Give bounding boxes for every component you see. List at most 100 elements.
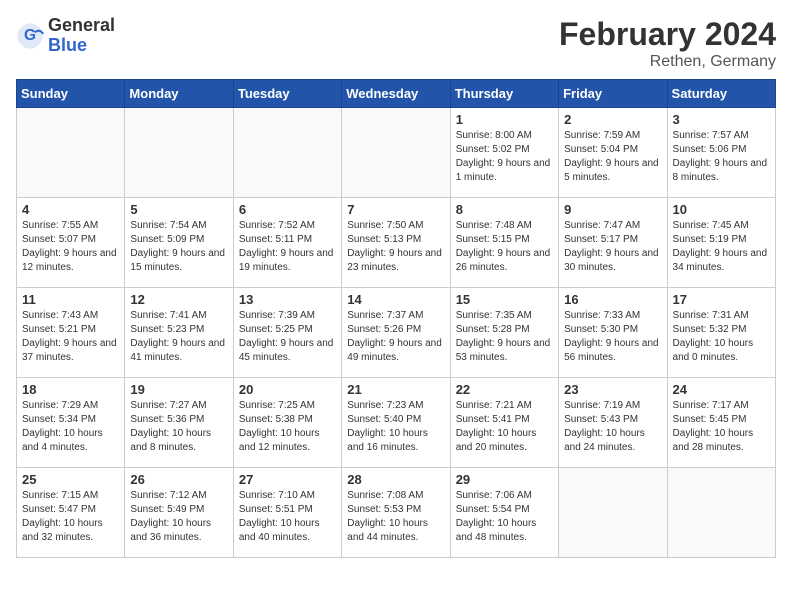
- day-number: 12: [130, 292, 227, 307]
- calendar-table: SundayMondayTuesdayWednesdayThursdayFrid…: [16, 79, 776, 558]
- day-info: Sunrise: 7:52 AM Sunset: 5:11 PM Dayligh…: [239, 219, 336, 275]
- location-label: Rethen, Germany: [559, 53, 776, 71]
- day-number: 7: [347, 202, 444, 217]
- calendar-cell: 16 Sunrise: 7:33 AM Sunset: 5:30 PM Dayli…: [559, 288, 667, 378]
- day-info: Sunrise: 7:08 AM Sunset: 5:53 PM Dayligh…: [347, 489, 444, 545]
- logo-blue: Blue: [48, 36, 115, 56]
- logo-general: General: [48, 16, 115, 36]
- day-number: 9: [564, 202, 661, 217]
- calendar-week-row: 1 Sunrise: 8:00 AM Sunset: 5:02 PM Daylig…: [17, 108, 776, 198]
- calendar-cell: 9 Sunrise: 7:47 AM Sunset: 5:17 PM Daylig…: [559, 198, 667, 288]
- title-block: February 2024 Rethen, Germany: [559, 16, 776, 71]
- calendar-cell: 27 Sunrise: 7:10 AM Sunset: 5:51 PM Dayli…: [233, 468, 341, 558]
- day-info: Sunrise: 7:48 AM Sunset: 5:15 PM Dayligh…: [456, 219, 553, 275]
- day-info: Sunrise: 7:15 AM Sunset: 5:47 PM Dayligh…: [22, 489, 119, 545]
- day-number: 25: [22, 472, 119, 487]
- calendar-cell: 7 Sunrise: 7:50 AM Sunset: 5:13 PM Daylig…: [342, 198, 450, 288]
- calendar-cell: 20Sunrise: 7:25 AM Sunset: 5:38 PM Dayli…: [233, 378, 341, 468]
- day-info: Sunrise: 7:54 AM Sunset: 5:09 PM Dayligh…: [130, 219, 227, 275]
- day-info: Sunrise: 7:10 AM Sunset: 5:51 PM Dayligh…: [239, 489, 336, 545]
- calendar-cell: [559, 468, 667, 558]
- day-number: 6: [239, 202, 336, 217]
- svg-text:G: G: [24, 27, 36, 44]
- day-info: Sunrise: 7:39 AM Sunset: 5:25 PM Dayligh…: [239, 309, 336, 365]
- day-number: 4: [22, 202, 119, 217]
- calendar-cell: 1 Sunrise: 8:00 AM Sunset: 5:02 PM Daylig…: [450, 108, 558, 198]
- day-number: 1: [456, 112, 553, 127]
- day-info: Sunrise: 7:25 AM Sunset: 5:38 PM Dayligh…: [239, 399, 336, 455]
- calendar-cell: 26 Sunrise: 7:12 AM Sunset: 5:49 PM Dayli…: [125, 468, 233, 558]
- day-info: Sunrise: 7:33 AM Sunset: 5:30 PM Dayligh…: [564, 309, 661, 365]
- day-info: Sunrise: 7:45 AM Sunset: 5:19 PM Dayligh…: [673, 219, 770, 275]
- calendar-cell: 8 Sunrise: 7:48 AM Sunset: 5:15 PM Daylig…: [450, 198, 558, 288]
- day-info: Sunrise: 7:47 AM Sunset: 5:17 PM Dayligh…: [564, 219, 661, 275]
- calendar-week-row: 25 Sunrise: 7:15 AM Sunset: 5:47 PM Dayli…: [17, 468, 776, 558]
- day-info: Sunrise: 7:17 AM Sunset: 5:45 PM Dayligh…: [673, 399, 770, 455]
- calendar-cell: 23 Sunrise: 7:19 AM Sunset: 5:43 PM Dayli…: [559, 378, 667, 468]
- calendar-cell: 28Sunrise: 7:08 AM Sunset: 5:53 PM Dayli…: [342, 468, 450, 558]
- weekday-header-tuesday: Tuesday: [233, 80, 341, 108]
- calendar-week-row: 18 Sunrise: 7:29 AM Sunset: 5:34 PM Dayli…: [17, 378, 776, 468]
- day-info: Sunrise: 7:12 AM Sunset: 5:49 PM Dayligh…: [130, 489, 227, 545]
- day-info: Sunrise: 7:37 AM Sunset: 5:26 PM Dayligh…: [347, 309, 444, 365]
- day-number: 5: [130, 202, 227, 217]
- day-number: 15: [456, 292, 553, 307]
- day-number: 29: [456, 472, 553, 487]
- day-number: 16: [564, 292, 661, 307]
- day-info: Sunrise: 7:35 AM Sunset: 5:28 PM Dayligh…: [456, 309, 553, 365]
- logo-icon: G: [16, 22, 44, 50]
- day-info: Sunrise: 7:50 AM Sunset: 5:13 PM Dayligh…: [347, 219, 444, 275]
- day-info: Sunrise: 8:00 AM Sunset: 5:02 PM Dayligh…: [456, 129, 553, 185]
- day-number: 17: [673, 292, 770, 307]
- calendar-cell: 5 Sunrise: 7:54 AM Sunset: 5:09 PM Daylig…: [125, 198, 233, 288]
- calendar-cell: 22Sunrise: 7:21 AM Sunset: 5:41 PM Dayli…: [450, 378, 558, 468]
- day-number: 18: [22, 382, 119, 397]
- weekday-header-monday: Monday: [125, 80, 233, 108]
- day-info: Sunrise: 7:43 AM Sunset: 5:21 PM Dayligh…: [22, 309, 119, 365]
- day-number: 23: [564, 382, 661, 397]
- calendar-week-row: 4 Sunrise: 7:55 AM Sunset: 5:07 PM Daylig…: [17, 198, 776, 288]
- weekday-header-sunday: Sunday: [17, 80, 125, 108]
- calendar-cell: 14 Sunrise: 7:37 AM Sunset: 5:26 PM Dayli…: [342, 288, 450, 378]
- month-year-title: February 2024: [559, 16, 776, 53]
- day-info: Sunrise: 7:55 AM Sunset: 5:07 PM Dayligh…: [22, 219, 119, 275]
- day-info: Sunrise: 7:19 AM Sunset: 5:43 PM Dayligh…: [564, 399, 661, 455]
- calendar-cell: 15 Sunrise: 7:35 AM Sunset: 5:28 PM Dayli…: [450, 288, 558, 378]
- calendar-cell: 3Sunrise: 7:57 AM Sunset: 5:06 PM Daylig…: [667, 108, 775, 198]
- day-number: 11: [22, 292, 119, 307]
- day-number: 27: [239, 472, 336, 487]
- page-header: G General Blue February 2024 Rethen, Ger…: [16, 16, 776, 71]
- weekday-header-wednesday: Wednesday: [342, 80, 450, 108]
- day-info: Sunrise: 7:23 AM Sunset: 5:40 PM Dayligh…: [347, 399, 444, 455]
- day-number: 2: [564, 112, 661, 127]
- day-number: 19: [130, 382, 227, 397]
- day-info: Sunrise: 7:41 AM Sunset: 5:23 PM Dayligh…: [130, 309, 227, 365]
- calendar-cell: 25 Sunrise: 7:15 AM Sunset: 5:47 PM Dayli…: [17, 468, 125, 558]
- day-info: Sunrise: 7:29 AM Sunset: 5:34 PM Dayligh…: [22, 399, 119, 455]
- calendar-cell: 29 Sunrise: 7:06 AM Sunset: 5:54 PM Dayli…: [450, 468, 558, 558]
- calendar-cell: 4 Sunrise: 7:55 AM Sunset: 5:07 PM Daylig…: [17, 198, 125, 288]
- day-info: Sunrise: 7:21 AM Sunset: 5:41 PM Dayligh…: [456, 399, 553, 455]
- calendar-cell: [667, 468, 775, 558]
- logo-text: General Blue: [48, 16, 115, 56]
- day-number: 14: [347, 292, 444, 307]
- calendar-cell: 21Sunrise: 7:23 AM Sunset: 5:40 PM Dayli…: [342, 378, 450, 468]
- calendar-cell: 10 Sunrise: 7:45 AM Sunset: 5:19 PM Dayli…: [667, 198, 775, 288]
- weekday-header-thursday: Thursday: [450, 80, 558, 108]
- day-number: 24: [673, 382, 770, 397]
- calendar-week-row: 11 Sunrise: 7:43 AM Sunset: 5:21 PM Dayli…: [17, 288, 776, 378]
- day-info: Sunrise: 7:57 AM Sunset: 5:06 PM Dayligh…: [673, 129, 770, 185]
- day-number: 26: [130, 472, 227, 487]
- calendar-cell: [125, 108, 233, 198]
- day-number: 8: [456, 202, 553, 217]
- day-info: Sunrise: 7:06 AM Sunset: 5:54 PM Dayligh…: [456, 489, 553, 545]
- calendar-cell: [342, 108, 450, 198]
- day-info: Sunrise: 7:27 AM Sunset: 5:36 PM Dayligh…: [130, 399, 227, 455]
- day-number: 10: [673, 202, 770, 217]
- day-number: 13: [239, 292, 336, 307]
- calendar-cell: 12 Sunrise: 7:41 AM Sunset: 5:23 PM Dayli…: [125, 288, 233, 378]
- calendar-cell: 6 Sunrise: 7:52 AM Sunset: 5:11 PM Daylig…: [233, 198, 341, 288]
- logo: G General Blue: [16, 16, 115, 56]
- day-info: Sunrise: 7:59 AM Sunset: 5:04 PM Dayligh…: [564, 129, 661, 185]
- day-info: Sunrise: 7:31 AM Sunset: 5:32 PM Dayligh…: [673, 309, 770, 365]
